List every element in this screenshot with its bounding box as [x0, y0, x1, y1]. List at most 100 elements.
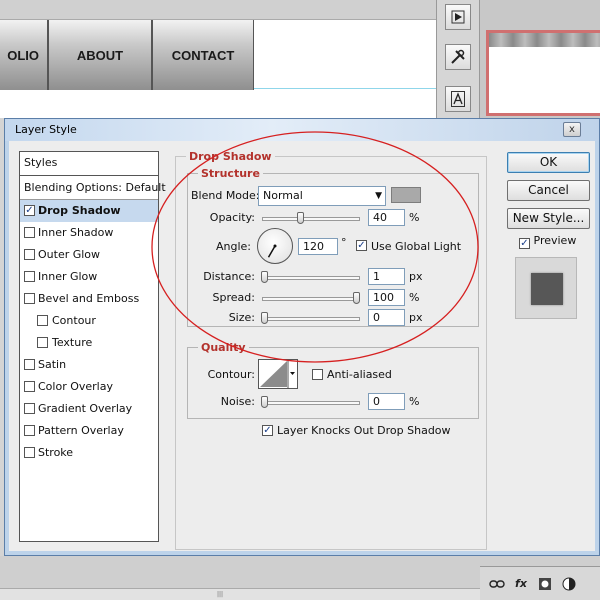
horizontal-scrollbar[interactable]: ||| [0, 588, 480, 600]
anti-aliased-checkbox[interactable] [312, 369, 323, 380]
opacity-input[interactable]: 40 [368, 209, 405, 226]
layers-panel-toolbar: fx [480, 566, 600, 600]
style-item-label: Inner Glow [38, 270, 98, 283]
style-item-label: Gradient Overlay [38, 402, 133, 415]
spread-input[interactable]: 100 [368, 289, 405, 306]
use-global-light-label: Use Global Light [371, 240, 462, 253]
canvas-thumbnail [486, 30, 600, 116]
style-item-texture[interactable]: Texture [20, 332, 158, 354]
size-unit: px [409, 311, 423, 324]
style-checkbox[interactable] [24, 381, 35, 392]
style-item-satin[interactable]: Satin [20, 354, 158, 376]
menu-button-contact: CONTACT [152, 20, 254, 90]
cancel-button[interactable]: Cancel [507, 180, 590, 201]
use-global-light-checkbox[interactable] [356, 240, 367, 251]
layer-knocks-out-checkbox[interactable] [262, 425, 273, 436]
angle-dial[interactable] [257, 228, 293, 264]
noise-slider-thumb[interactable] [261, 396, 268, 408]
opacity-slider[interactable] [262, 212, 360, 224]
style-checkbox[interactable] [24, 403, 35, 414]
preview-toggle[interactable]: Preview [519, 234, 576, 249]
style-checkbox[interactable] [24, 227, 35, 238]
distance-input[interactable]: 1 [368, 268, 405, 285]
style-item-color-overlay[interactable]: Color Overlay [20, 376, 158, 398]
opacity-slider-thumb[interactable] [297, 212, 305, 224]
dialog-body: Styles Blending Options: Default Drop Sh… [9, 141, 595, 551]
angle-label: Angle: [215, 240, 251, 253]
spread-label: Spread: [212, 291, 255, 304]
size-input[interactable]: 0 [368, 309, 405, 326]
blend-mode-value: Normal [263, 189, 303, 202]
distance-slider-thumb[interactable] [261, 271, 268, 283]
dialog-title: Layer Style [15, 123, 77, 136]
play-icon[interactable] [445, 4, 471, 30]
structure-title: Structure [198, 167, 263, 180]
dialog-titlebar[interactable]: Layer Style x [5, 119, 599, 141]
style-checkbox[interactable] [24, 447, 35, 458]
style-item-label: Inner Shadow [38, 226, 114, 239]
new-style-button[interactable]: New Style... [507, 208, 590, 229]
size-label: Size: [228, 311, 255, 324]
anti-aliased-label: Anti-aliased [327, 368, 392, 381]
styles-header[interactable]: Styles [20, 152, 158, 176]
style-item-label: Color Overlay [38, 380, 113, 393]
noise-input[interactable]: 0 [368, 393, 405, 410]
style-item-label: Bevel and Emboss [38, 292, 140, 305]
mask-icon[interactable] [536, 575, 554, 593]
blend-mode-label: Blend Mode: [191, 189, 260, 202]
style-item-label: Pattern Overlay [38, 424, 124, 437]
layer-style-dialog: Layer Style x Styles Blending Options: D… [4, 118, 600, 556]
scrollbar-grip[interactable]: ||| [200, 591, 240, 598]
style-item-inner-glow[interactable]: Inner Glow [20, 266, 158, 288]
style-item-stroke[interactable]: Stroke [20, 442, 158, 464]
style-item-bevel-and-emboss[interactable]: Bevel and Emboss [20, 288, 158, 310]
style-item-outer-glow[interactable]: Outer Glow [20, 244, 158, 266]
preview-thumbnail [515, 257, 577, 319]
style-checkbox[interactable] [37, 315, 48, 326]
style-item-drop-shadow[interactable]: Drop Shadow [20, 200, 158, 222]
style-item-label: Satin [38, 358, 67, 371]
tools-icon[interactable] [445, 44, 471, 70]
style-item-contour[interactable]: Contour [20, 310, 158, 332]
style-item-gradient-overlay[interactable]: Gradient Overlay [20, 398, 158, 420]
angle-unit: ° [341, 236, 347, 249]
style-checkbox[interactable] [37, 337, 48, 348]
angle-input[interactable]: 120 [298, 238, 338, 255]
ok-button[interactable]: OK [507, 152, 590, 173]
link-icon[interactable] [488, 575, 506, 593]
blending-options-item[interactable]: Blending Options: Default [20, 176, 166, 200]
close-button[interactable]: x [563, 122, 581, 137]
preview-label: Preview [533, 234, 577, 247]
preview-checkbox[interactable] [519, 238, 530, 249]
quality-title: Quality [198, 341, 249, 354]
drop-shadow-title: Drop Shadow [186, 150, 275, 163]
opacity-label: Opacity: [209, 211, 255, 224]
style-checkbox[interactable] [24, 249, 35, 260]
distance-slider[interactable] [261, 271, 360, 283]
style-checkbox[interactable] [24, 293, 35, 304]
contour-picker[interactable] [258, 359, 298, 389]
adjustment-icon[interactable] [560, 575, 578, 593]
menu-button-about: ABOUT [48, 20, 152, 90]
size-slider-thumb[interactable] [261, 312, 268, 324]
shadow-color-swatch[interactable] [391, 187, 421, 203]
size-slider[interactable] [261, 312, 360, 324]
spread-slider-thumb[interactable] [353, 292, 360, 304]
preview-shape [531, 273, 563, 305]
canvas-top-bar [0, 0, 436, 20]
style-checkbox[interactable] [24, 425, 35, 436]
distance-unit: px [409, 270, 423, 283]
style-item-label: Stroke [38, 446, 74, 459]
style-checkbox[interactable] [24, 271, 35, 282]
thumbnail-menu-bar [489, 33, 600, 47]
fx-icon[interactable]: fx [512, 575, 530, 593]
character-icon[interactable] [445, 86, 471, 112]
blend-mode-select[interactable]: Normal ▼ [258, 186, 386, 206]
spread-slider[interactable] [262, 292, 360, 304]
style-checkbox[interactable] [24, 359, 35, 370]
style-item-inner-shadow[interactable]: Inner Shadow [20, 222, 158, 244]
noise-slider[interactable] [261, 396, 360, 408]
style-checkbox[interactable] [24, 205, 35, 216]
style-item-pattern-overlay[interactable]: Pattern Overlay [20, 420, 158, 442]
distance-label: Distance: [203, 270, 255, 283]
